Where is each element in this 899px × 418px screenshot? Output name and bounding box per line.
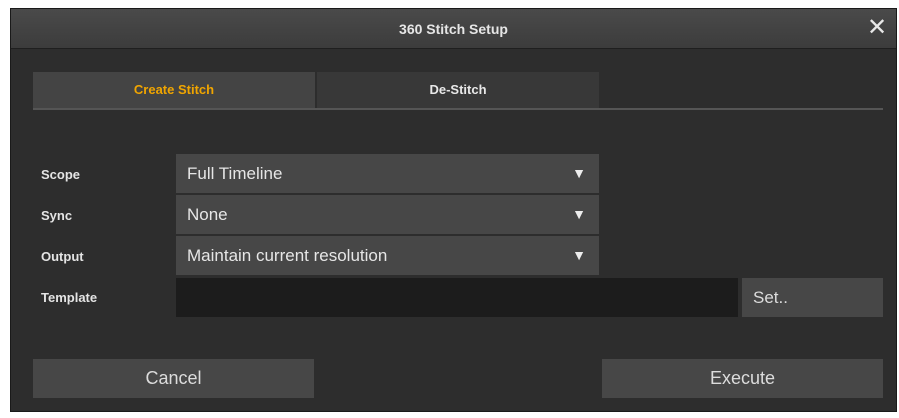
set-template-button[interactable]: Set.. <box>742 278 883 317</box>
chevron-down-icon: ▼ <box>572 206 586 222</box>
template-label: Template <box>41 290 98 305</box>
output-dropdown[interactable]: Maintain current resolution ▼ <box>176 236 599 275</box>
scope-value: Full Timeline <box>187 164 283 183</box>
sync-label: Sync <box>41 208 73 223</box>
tab-de-stitch[interactable]: De-Stitch <box>317 72 599 108</box>
execute-button[interactable]: Execute <box>602 359 883 398</box>
chevron-down-icon: ▼ <box>572 247 586 263</box>
sync-value: None <box>187 205 228 224</box>
template-input[interactable] <box>176 278 738 317</box>
dialog-title: 360 Stitch Setup <box>399 21 508 37</box>
scope-dropdown[interactable]: Full Timeline ▼ <box>176 154 599 193</box>
close-icon[interactable]: ✕ <box>864 15 890 41</box>
tab-underline <box>33 108 883 110</box>
tab-bar: Create Stitch De-Stitch <box>33 72 883 112</box>
output-label: Output <box>41 249 84 264</box>
chevron-down-icon: ▼ <box>572 165 586 181</box>
cancel-button[interactable]: Cancel <box>33 359 314 398</box>
stitch-setup-dialog: 360 Stitch Setup ✕ Create Stitch De-Stit… <box>10 8 897 412</box>
sync-dropdown[interactable]: None ▼ <box>176 195 599 234</box>
scope-label: Scope <box>41 167 81 182</box>
tab-create-stitch[interactable]: Create Stitch <box>33 72 315 108</box>
title-bar: 360 Stitch Setup ✕ <box>11 9 896 49</box>
output-value: Maintain current resolution <box>187 246 388 265</box>
